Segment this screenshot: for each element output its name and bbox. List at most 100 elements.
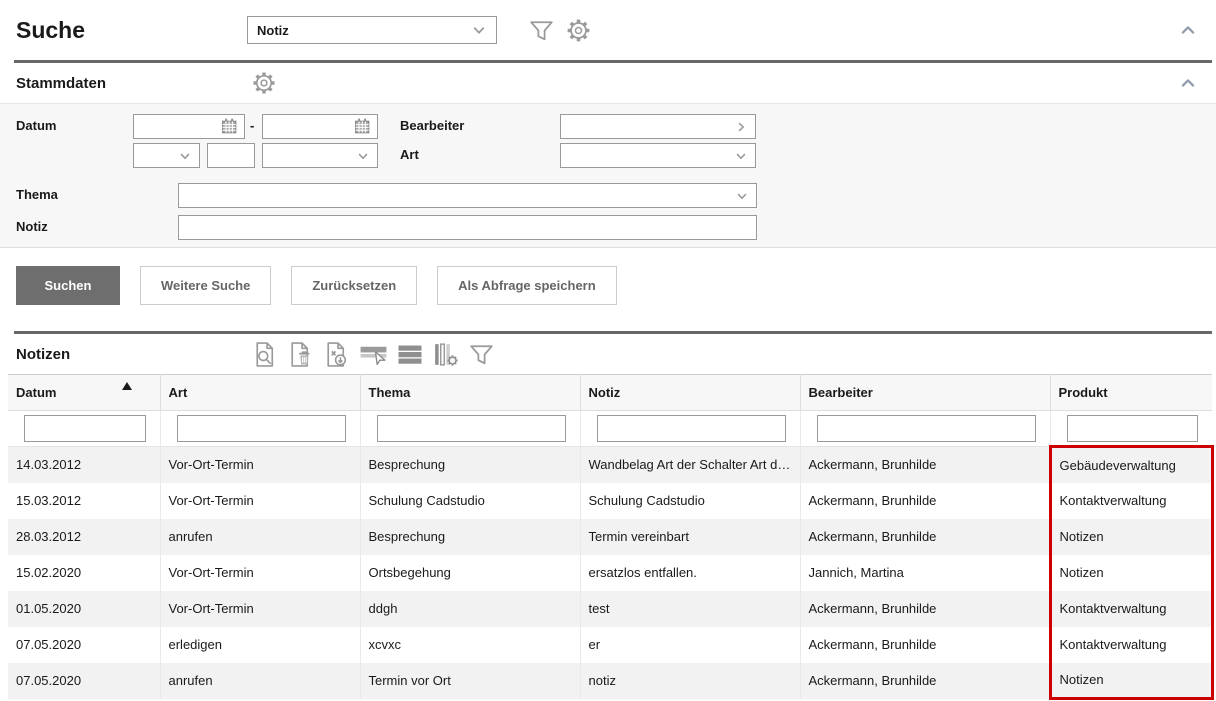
table-cell[interactable]: Ackermann, Brunhilde bbox=[800, 447, 1050, 483]
rows-icon[interactable] bbox=[396, 340, 424, 369]
table-cell[interactable]: anrufen bbox=[160, 663, 360, 699]
stammdaten-form: Datum - Bearbeiter bbox=[0, 103, 1216, 248]
table-row[interactable]: 14.03.2012Vor-Ort-TerminBesprechungWandb… bbox=[8, 447, 1212, 483]
document-export-icon[interactable] bbox=[322, 340, 351, 369]
column-header-art[interactable]: Art bbox=[160, 375, 360, 411]
column-header-notiz[interactable]: Notiz bbox=[580, 375, 800, 411]
table-row[interactable]: 07.05.2020anrufenTermin vor OrtnotizAcke… bbox=[8, 663, 1212, 699]
column-header-datum[interactable]: Datum bbox=[8, 375, 160, 411]
collapse-search-chevron-up-icon[interactable] bbox=[1176, 18, 1200, 42]
bearbeiter-input[interactable] bbox=[566, 115, 732, 138]
table-cell[interactable]: Kontaktverwaltung bbox=[1050, 483, 1212, 519]
table-cell[interactable]: xcvxc bbox=[360, 627, 580, 663]
chevron-right-icon[interactable] bbox=[732, 118, 750, 136]
filter-icon[interactable] bbox=[527, 16, 556, 45]
als-abfrage-speichern-button[interactable]: Als Abfrage speichern bbox=[437, 266, 617, 305]
datum-from-field[interactable] bbox=[133, 114, 245, 139]
filter-icon[interactable] bbox=[467, 340, 496, 369]
table-cell[interactable]: Besprechung bbox=[360, 447, 580, 483]
table-cell[interactable]: 28.03.2012 bbox=[8, 519, 160, 555]
table-cell[interactable]: Kontaktverwaltung bbox=[1050, 591, 1212, 627]
datum-count-input[interactable] bbox=[213, 144, 249, 167]
table-cell[interactable]: Ortsbegehung bbox=[360, 555, 580, 591]
results-toolbar bbox=[250, 340, 496, 369]
table-cell[interactable]: Schulung Cadstudio bbox=[580, 483, 800, 519]
table-cell[interactable]: Vor-Ort-Termin bbox=[160, 447, 360, 483]
collapse-stammdaten-chevron-up-icon[interactable] bbox=[1176, 71, 1200, 95]
table-cell[interactable]: Jannich, Martina bbox=[800, 555, 1050, 591]
table-cell[interactable]: Kontaktverwaltung bbox=[1050, 627, 1212, 663]
table-row[interactable]: 07.05.2020erledigenxcvxcerAckermann, Bru… bbox=[8, 627, 1212, 663]
table-cell[interactable]: er bbox=[580, 627, 800, 663]
filter-cell bbox=[160, 411, 360, 447]
table-cell[interactable]: 15.02.2020 bbox=[8, 555, 160, 591]
sort-asc-icon bbox=[122, 382, 132, 390]
document-delete-icon[interactable] bbox=[286, 340, 315, 369]
datum-period-select[interactable] bbox=[262, 143, 378, 168]
table-cell[interactable]: erledigen bbox=[160, 627, 360, 663]
table-cell[interactable]: 14.03.2012 bbox=[8, 447, 160, 483]
datum-from-input[interactable] bbox=[139, 115, 220, 138]
table-cell[interactable]: Notizen bbox=[1050, 519, 1212, 555]
art-select[interactable] bbox=[560, 143, 756, 168]
datum-to-input[interactable] bbox=[268, 115, 353, 138]
table-cell[interactable]: Schulung Cadstudio bbox=[360, 483, 580, 519]
column-header-produkt[interactable]: Produkt bbox=[1050, 375, 1212, 411]
table-cell[interactable]: Ackermann, Brunhilde bbox=[800, 591, 1050, 627]
table-cell[interactable]: Vor-Ort-Termin bbox=[160, 555, 360, 591]
table-cell[interactable]: 07.05.2020 bbox=[8, 663, 160, 699]
thema-select[interactable] bbox=[178, 183, 757, 208]
calendar-icon[interactable] bbox=[220, 117, 239, 136]
table-cell[interactable]: Wandbelag Art der Schalter Art der St... bbox=[580, 447, 800, 483]
table-cell[interactable]: Gebäudeverwaltung bbox=[1050, 447, 1212, 483]
table-cell[interactable]: Ackermann, Brunhilde bbox=[800, 663, 1050, 699]
notiz-input[interactable] bbox=[184, 216, 751, 239]
bearbeiter-field[interactable] bbox=[560, 114, 756, 139]
table-select-icon[interactable] bbox=[358, 340, 389, 369]
column-header-bearbeiter[interactable]: Bearbeiter bbox=[800, 375, 1050, 411]
datum-unit-select[interactable] bbox=[133, 143, 200, 168]
table-row[interactable]: 01.05.2020Vor-Ort-TerminddghtestAckerman… bbox=[8, 591, 1212, 627]
column-filter-input-notiz[interactable] bbox=[597, 415, 786, 442]
table-cell[interactable]: 01.05.2020 bbox=[8, 591, 160, 627]
zuruecksetzen-button[interactable]: Zurücksetzen bbox=[291, 266, 417, 305]
table-cell[interactable]: anrufen bbox=[160, 519, 360, 555]
notiz-field[interactable] bbox=[178, 215, 757, 240]
table-cell[interactable]: ersatzlos entfallen. bbox=[580, 555, 800, 591]
column-filter-input-datum[interactable] bbox=[24, 415, 146, 442]
column-filter-input-produkt[interactable] bbox=[1067, 415, 1199, 442]
column-header-thema[interactable]: Thema bbox=[360, 375, 580, 411]
table-row[interactable]: 15.02.2020Vor-Ort-TerminOrtsbegehungersa… bbox=[8, 555, 1212, 591]
gear-icon[interactable] bbox=[564, 16, 593, 45]
table-cell[interactable]: Ackermann, Brunhilde bbox=[800, 483, 1050, 519]
table-row[interactable]: 15.03.2012Vor-Ort-TerminSchulung Cadstud… bbox=[8, 483, 1212, 519]
suchen-button[interactable]: Suchen bbox=[16, 266, 120, 305]
calendar-icon[interactable] bbox=[353, 117, 372, 136]
results-table-body: 14.03.2012Vor-Ort-TerminBesprechungWandb… bbox=[8, 447, 1212, 699]
table-row[interactable]: 28.03.2012anrufenBesprechungTermin verei… bbox=[8, 519, 1212, 555]
table-cell[interactable]: Notizen bbox=[1050, 555, 1212, 591]
table-cell[interactable]: Vor-Ort-Termin bbox=[160, 591, 360, 627]
entity-type-dropdown[interactable]: Notiz bbox=[247, 16, 497, 44]
column-filter-input-art[interactable] bbox=[177, 415, 346, 442]
weitere-suche-button[interactable]: Weitere Suche bbox=[140, 266, 271, 305]
table-cell[interactable]: test bbox=[580, 591, 800, 627]
table-cell[interactable]: Ackermann, Brunhilde bbox=[800, 519, 1050, 555]
table-cell[interactable]: Termin vereinbart bbox=[580, 519, 800, 555]
table-cell[interactable]: Termin vor Ort bbox=[360, 663, 580, 699]
datum-to-field[interactable] bbox=[262, 114, 378, 139]
table-cell[interactable]: 07.05.2020 bbox=[8, 627, 160, 663]
table-cell[interactable]: notiz bbox=[580, 663, 800, 699]
datum-count-field[interactable] bbox=[207, 143, 255, 168]
document-preview-icon[interactable] bbox=[250, 340, 279, 369]
column-settings-icon[interactable] bbox=[431, 340, 460, 369]
table-cell[interactable]: Ackermann, Brunhilde bbox=[800, 627, 1050, 663]
table-cell[interactable]: ddgh bbox=[360, 591, 580, 627]
table-cell[interactable]: 15.03.2012 bbox=[8, 483, 160, 519]
gear-icon[interactable] bbox=[250, 69, 278, 97]
table-cell[interactable]: Vor-Ort-Termin bbox=[160, 483, 360, 519]
table-cell[interactable]: Besprechung bbox=[360, 519, 580, 555]
table-cell[interactable]: Notizen bbox=[1050, 663, 1212, 699]
column-filter-input-thema[interactable] bbox=[377, 415, 566, 442]
column-filter-input-bearbeiter[interactable] bbox=[817, 415, 1036, 442]
